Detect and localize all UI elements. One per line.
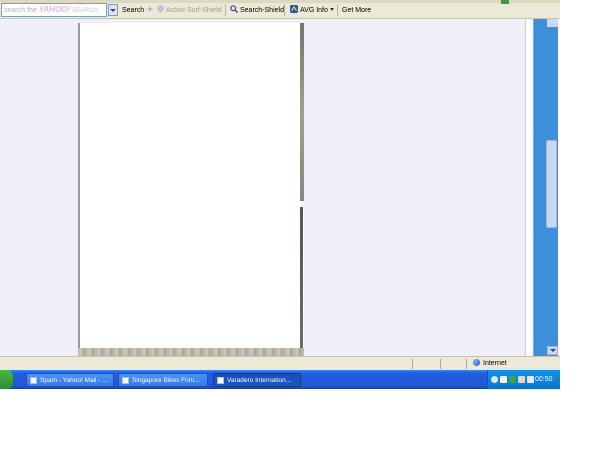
search-brand-suffix: SEARCH: [72, 8, 99, 14]
scroll-up-button[interactable]: [547, 19, 558, 27]
avg-info-label: AVG Info: [300, 7, 328, 14]
status-divider: [466, 359, 467, 369]
avg-info-menu[interactable]: AVG Info: [290, 4, 334, 17]
chat-tray-icon[interactable]: [518, 376, 525, 383]
search-button[interactable]: Search: [122, 4, 144, 17]
browser-window-icon: [30, 377, 37, 384]
status-divider: [440, 359, 441, 369]
tab-corner-icon: [501, 0, 509, 4]
task-label: Singapore Bikes Foru...: [132, 377, 200, 384]
chevron-down-icon: [329, 8, 334, 11]
avg-logo-icon: [290, 5, 298, 13]
search-dropdown-button[interactable]: [108, 4, 118, 16]
start-button[interactable]: [0, 370, 13, 389]
ie-tray-icon[interactable]: [491, 376, 498, 383]
photo-bottom-edge: [78, 348, 304, 356]
photo-right-edge: [300, 23, 304, 201]
active-surf-shield-label: Active Surf-Shield: [166, 7, 222, 14]
taskbar-button-varadero[interactable]: Varadero Internation...: [213, 373, 301, 387]
taskbar-button-singapore-bikes[interactable]: Singapore Bikes Foru...: [118, 373, 208, 387]
toolbar-separator: [284, 4, 285, 16]
taskbar-clock: 00:50: [535, 376, 553, 383]
search-placeholder: search the: [4, 7, 37, 14]
search-shield-button[interactable]: Search-Shield: [230, 4, 284, 17]
scroll-down-button[interactable]: [547, 346, 558, 355]
browser-toolbar: search the YAHOO! SEARCH Search Active S…: [0, 0, 560, 19]
status-divider: [412, 359, 413, 369]
yahoo-search-input[interactable]: search the YAHOO! SEARCH: [1, 3, 107, 17]
get-more-button[interactable]: Get More: [342, 4, 371, 17]
yahoo-brand-text: YAHOO!: [38, 5, 71, 14]
globe-icon: [473, 359, 480, 366]
network-tray-icon[interactable]: [500, 376, 507, 383]
shield-icon: [157, 5, 164, 13]
active-surf-shield-button[interactable]: Active Surf-Shield: [157, 4, 222, 17]
zone-label: Internet: [483, 360, 507, 367]
embedded-photo: [78, 23, 304, 356]
sparkle-icon: [146, 5, 154, 13]
taskbar-button-yahoo-mail[interactable]: Spam - Yahoo! Mail - ...: [26, 373, 114, 387]
photo-right-edge-lower: [300, 207, 303, 356]
browser-window-icon: [217, 377, 224, 384]
task-label: Spam - Yahoo! Mail - ...: [40, 377, 108, 384]
toolbar-separator: [337, 4, 338, 16]
status-bar: Internet: [0, 356, 560, 370]
security-zone: Internet: [473, 358, 507, 370]
antivirus-tray-icon[interactable]: [509, 376, 516, 383]
photo-left-edge: [78, 23, 80, 356]
task-label: Varadero Internation...: [227, 377, 292, 384]
search-shield-label: Search-Shield: [240, 7, 284, 14]
speaker-tray-icon[interactable]: [527, 376, 534, 383]
magnifier-icon: [230, 5, 238, 13]
browser-window-icon: [122, 377, 129, 384]
toolbar-separator: [225, 4, 226, 16]
scrollbar-thumb[interactable]: [546, 140, 557, 228]
